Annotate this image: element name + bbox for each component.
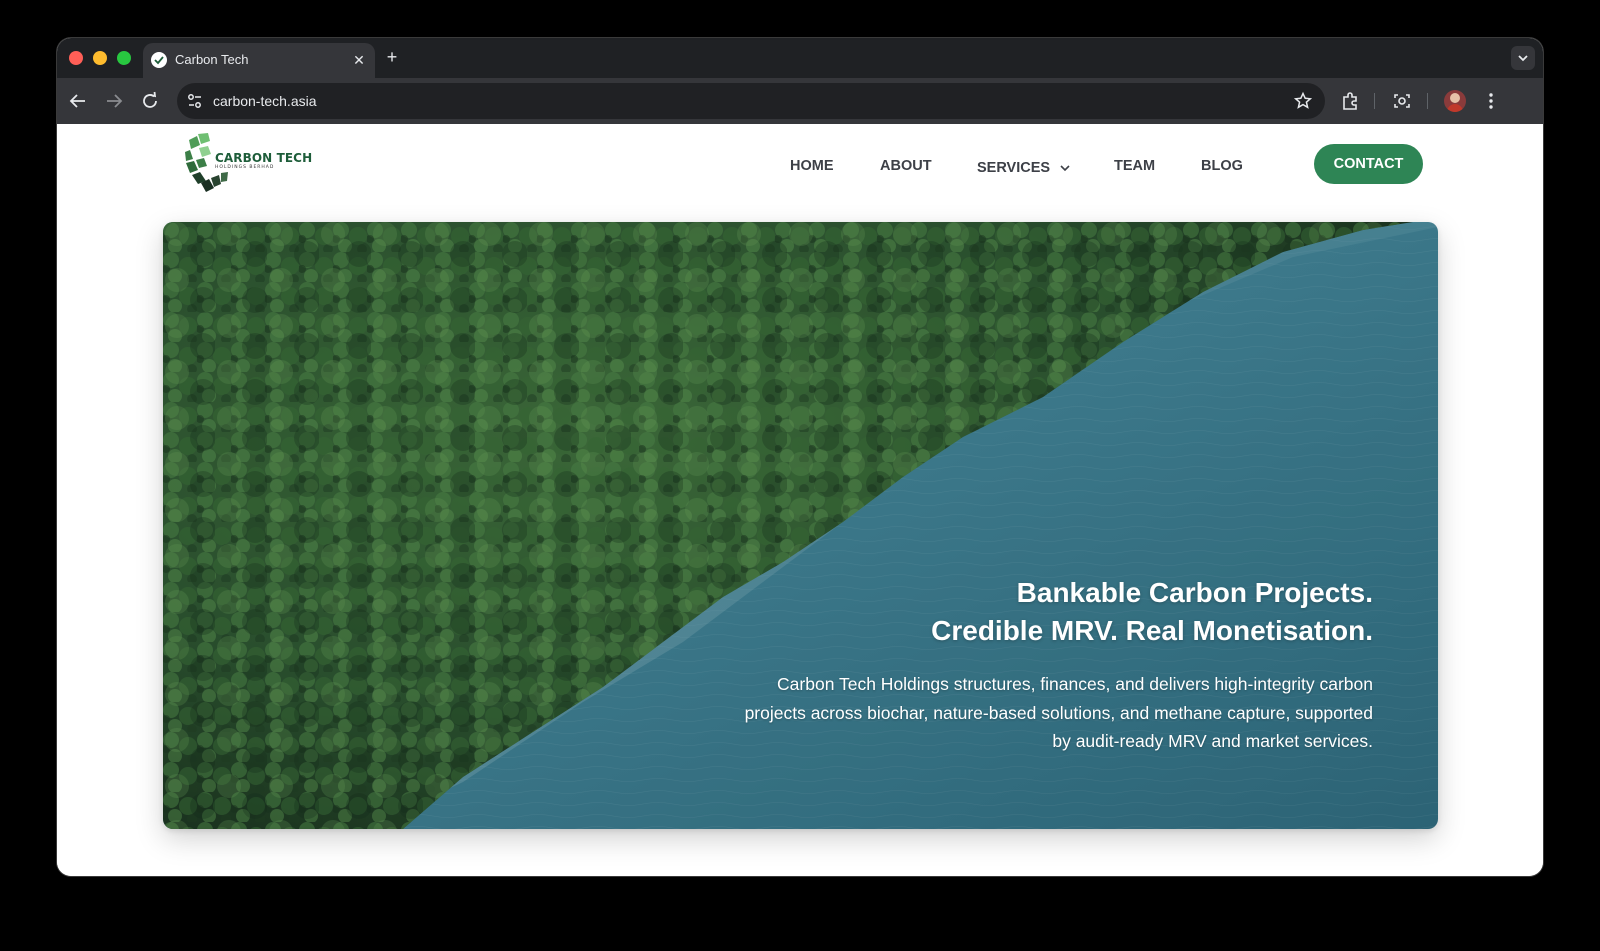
logo-title: CARBON TECH bbox=[215, 151, 313, 165]
browser-tab[interactable]: Carbon Tech ✕ bbox=[143, 43, 375, 78]
nav-about-label: ABOUT bbox=[880, 158, 932, 174]
nav-services-label: SERVICES bbox=[977, 160, 1051, 176]
logo-subtitle: HOLDINGS BERHAD bbox=[215, 165, 275, 170]
toolbar-separator bbox=[1374, 93, 1375, 109]
hero-banner: Bankable Carbon Projects. Credible MRV. … bbox=[163, 222, 1438, 829]
tab-close-icon[interactable]: ✕ bbox=[351, 52, 367, 68]
chevron-down-icon bbox=[1060, 165, 1070, 172]
site-settings-icon[interactable] bbox=[185, 91, 205, 111]
hero-heading: Bankable Carbon Projects. Credible MRV. … bbox=[653, 574, 1373, 650]
nav-blog[interactable]: BLOG bbox=[1201, 146, 1243, 186]
tab-strip: Carbon Tech ✕ + bbox=[57, 38, 1543, 78]
nav-services[interactable]: SERVICES bbox=[977, 148, 1071, 188]
address-url[interactable]: carbon-tech.asia bbox=[213, 92, 317, 110]
nav-home-label: HOME bbox=[790, 158, 834, 174]
contact-button[interactable]: CONTACT bbox=[1314, 144, 1423, 184]
hero-heading-line1: Bankable Carbon Projects. bbox=[1016, 577, 1373, 608]
browser-window: Carbon Tech ✕ + carbon-tech.asia CARBON … bbox=[57, 38, 1543, 876]
address-bar[interactable]: carbon-tech.asia bbox=[177, 83, 1325, 119]
close-window-button[interactable] bbox=[69, 51, 83, 65]
bookmark-star-icon[interactable] bbox=[1293, 91, 1313, 111]
forward-icon[interactable] bbox=[103, 90, 125, 112]
nav-team[interactable]: TEAM bbox=[1114, 146, 1155, 186]
web-page: CARBON TECH HOLDINGS BERHAD HOME ABOUT S… bbox=[57, 124, 1543, 876]
nav-blog-label: BLOG bbox=[1201, 158, 1243, 174]
nav-home[interactable]: HOME bbox=[790, 146, 834, 186]
hero-description-line2: projects across biochar, nature-based so… bbox=[744, 702, 1373, 723]
carbon-tech-favicon-icon bbox=[151, 52, 167, 68]
back-icon[interactable] bbox=[67, 90, 89, 112]
site-logo[interactable]: CARBON TECH HOLDINGS BERHAD bbox=[184, 132, 312, 194]
browser-toolbar: carbon-tech.asia bbox=[57, 78, 1543, 124]
menu-dots-icon[interactable] bbox=[1480, 90, 1502, 112]
reload-icon[interactable] bbox=[139, 90, 161, 112]
maximize-window-button[interactable] bbox=[117, 51, 131, 65]
hero-description-line1: Carbon Tech Holdings structures, finance… bbox=[777, 674, 1373, 694]
screenshot-icon[interactable] bbox=[1391, 90, 1413, 112]
profile-avatar[interactable] bbox=[1444, 90, 1466, 112]
hero-heading-line2: Credible MRV. Real Monetisation. bbox=[931, 615, 1373, 646]
hero-description-line3: by audit-ready MRV and market services. bbox=[1052, 731, 1373, 751]
extensions-icon[interactable] bbox=[1339, 90, 1361, 112]
tab-title: Carbon Tech bbox=[175, 52, 249, 67]
toolbar-separator bbox=[1427, 93, 1428, 109]
nav-team-label: TEAM bbox=[1114, 158, 1156, 174]
new-tab-button[interactable]: + bbox=[382, 47, 402, 67]
nav-about[interactable]: ABOUT bbox=[880, 146, 932, 186]
hero-description: Carbon Tech Holdings structures, finance… bbox=[653, 670, 1373, 756]
tab-search-icon[interactable] bbox=[1511, 46, 1535, 70]
hero-text-block: Bankable Carbon Projects. Credible MRV. … bbox=[653, 574, 1373, 756]
minimize-window-button[interactable] bbox=[93, 51, 107, 65]
